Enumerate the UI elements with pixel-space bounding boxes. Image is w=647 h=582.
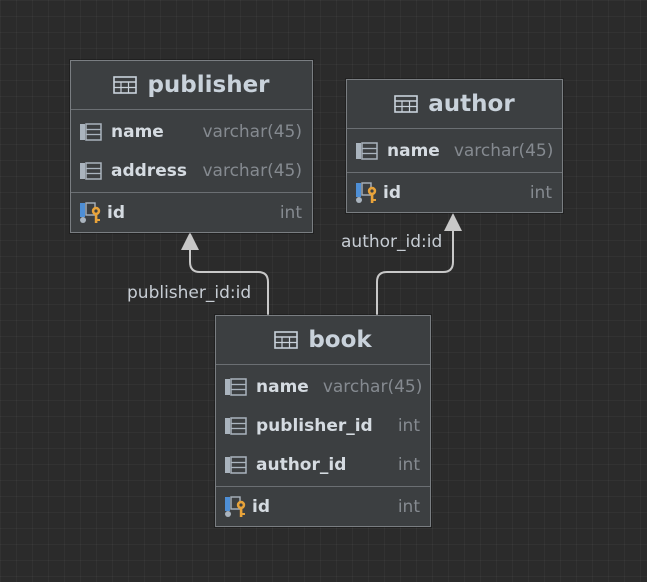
primary-key-icon [79, 201, 103, 224]
column-type: int [397, 496, 420, 517]
column-type: int [529, 182, 552, 203]
column-name: author_id [256, 454, 347, 475]
table-header[interactable]: book [216, 316, 430, 365]
column-icon [79, 160, 103, 182]
column-type: int [279, 202, 302, 223]
column-icon [224, 454, 248, 476]
column-icon [79, 121, 103, 143]
column-icon [355, 140, 379, 162]
primary-key-icon [355, 181, 379, 204]
column-name: name [387, 140, 440, 161]
column-name: name [256, 376, 309, 397]
column-row[interactable]: author_id int [216, 445, 430, 484]
column-type: int [397, 415, 420, 436]
column-type: varchar(45) [202, 160, 302, 181]
primary-key-row[interactable]: id int [216, 487, 430, 526]
primary-key-row[interactable]: id int [71, 193, 312, 232]
column-row[interactable]: publisher_id int [216, 406, 430, 445]
table-name: author [428, 91, 515, 117]
table-icon [394, 93, 419, 115]
column-row[interactable]: name varchar(45) [71, 112, 312, 151]
table-publisher[interactable]: publisher name varchar(45) address varch… [70, 60, 313, 233]
column-name: address [111, 160, 187, 181]
table-book[interactable]: book name varchar(45) publisher_id int a… [215, 315, 431, 527]
column-row[interactable]: name varchar(45) [347, 131, 562, 170]
column-type: varchar(45) [202, 121, 302, 142]
table-header[interactable]: author [347, 80, 562, 129]
column-type: varchar(45) [453, 140, 554, 161]
column-row[interactable]: address varchar(45) [71, 151, 312, 190]
relation-line-publisher[interactable] [189, 248, 269, 316]
column-name: publisher_id [256, 415, 373, 436]
relation-arrow-publisher [181, 232, 199, 250]
column-row[interactable]: name varchar(45) [216, 367, 430, 406]
table-name: publisher [147, 72, 270, 98]
table-icon [274, 329, 299, 351]
table-icon [113, 74, 138, 96]
relation-arrow-author [444, 213, 462, 231]
primary-key-icon [224, 495, 248, 518]
primary-key-row[interactable]: id int [347, 173, 562, 212]
column-icon [224, 415, 248, 437]
column-name: id [252, 496, 270, 517]
column-name: name [111, 121, 164, 142]
column-type: varchar(45) [322, 376, 423, 397]
column-icon [224, 376, 248, 398]
relation-label-publisher: publisher_id:id [127, 283, 252, 303]
column-name: id [107, 202, 125, 223]
table-header[interactable]: publisher [71, 61, 312, 110]
table-author[interactable]: author name varchar(45) id int [346, 79, 563, 213]
column-type: int [397, 454, 420, 475]
table-name: book [308, 327, 372, 353]
diagram-canvas[interactable]: publisher_id:id author_id:id publisher n… [0, 0, 647, 582]
column-name: id [383, 182, 401, 203]
relation-label-author: author_id:id [341, 232, 443, 252]
